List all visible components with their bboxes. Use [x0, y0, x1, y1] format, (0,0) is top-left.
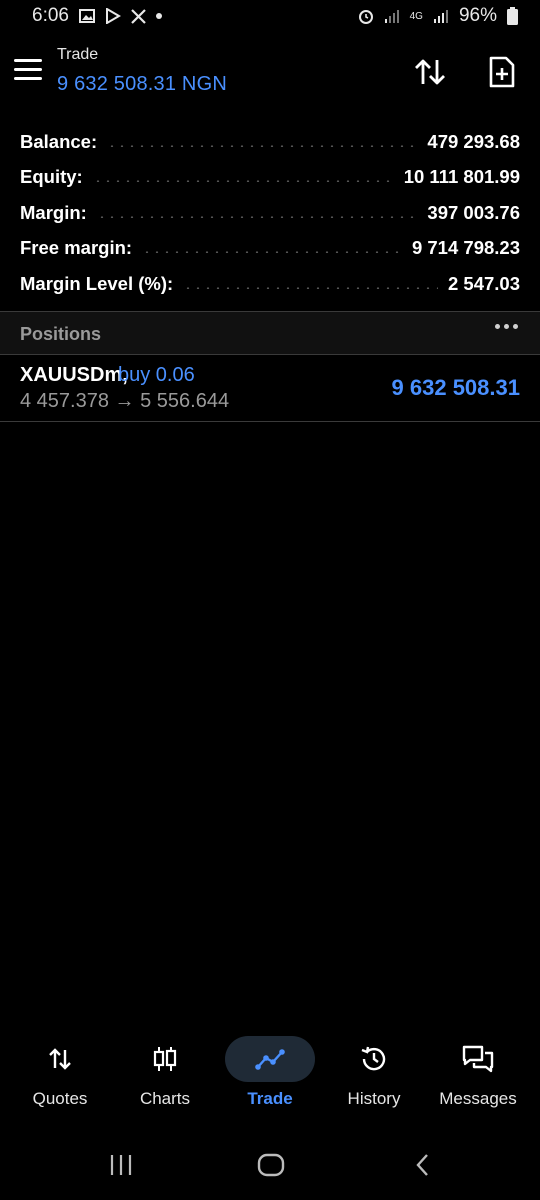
back-icon[interactable] [403, 1150, 443, 1180]
nav-messages[interactable]: Messages [428, 1030, 528, 1120]
bottom-nav: Quotes Charts Trade History Messages [0, 1030, 540, 1120]
summary-value: 479 293.68 [427, 130, 520, 152]
summary-row-balance: Balance: 479 293.68 [20, 124, 520, 160]
dotted-leader [107, 144, 418, 147]
dotted-leader [96, 215, 418, 218]
summary-value: 2 547.03 [447, 272, 520, 294]
trade-icon [253, 1042, 287, 1076]
summary-value: 10 111 801.99 [403, 166, 520, 188]
notification-dot-icon [155, 13, 162, 19]
page-title: Trade [57, 46, 99, 63]
nav-label: Trade [247, 1089, 293, 1108]
summary-value: 397 003.76 [427, 201, 520, 223]
position-row[interactable]: XAUUSDm, buy 0.06 4 457.378 → 5 556.644 … [0, 355, 540, 421]
home-icon[interactable] [251, 1150, 291, 1180]
charts-icon [148, 1042, 182, 1076]
position-side: buy 0.06 [118, 364, 195, 386]
system-nav-bar [0, 1140, 540, 1190]
dotted-leader [92, 180, 394, 183]
position-profit: 9 632 508.31 [391, 375, 520, 400]
history-icon [357, 1042, 391, 1076]
summary-row-equity: Equity: 10 111 801.99 [20, 160, 520, 196]
dotted-leader [183, 286, 438, 289]
dotted-leader [142, 251, 402, 254]
summary-row-free-margin: Free margin: 9 714 798.23 [20, 231, 520, 267]
nav-quotes[interactable]: Quotes [10, 1030, 110, 1120]
status-time: 6:06 [32, 5, 69, 26]
signal-icon-2 [433, 9, 449, 23]
positions-header: Positions [0, 312, 540, 354]
play-store-icon [105, 8, 121, 24]
more-options-icon[interactable] [495, 324, 518, 329]
nav-label: Quotes [32, 1089, 88, 1108]
position-prices: 4 457.378 → 5 556.644 [20, 390, 230, 412]
nav-charts[interactable]: Charts [115, 1030, 215, 1120]
nav-label: History [347, 1089, 401, 1108]
nav-trade[interactable]: Trade [220, 1030, 320, 1120]
account-balance-header: 9 632 508.31 NGN [57, 73, 227, 95]
signal-icon [384, 9, 400, 23]
summary-label: Free margin: [20, 237, 133, 259]
x-icon [131, 8, 146, 24]
summary-row-margin: Margin: 397 003.76 [20, 195, 520, 231]
messages-icon [461, 1042, 495, 1076]
summary-label: Margin: [20, 201, 87, 223]
summary-row-margin-level: Margin Level (%): 2 547.03 [20, 266, 520, 302]
summary-label: Margin Level (%): [20, 272, 174, 294]
gallery-icon [78, 9, 95, 23]
battery-icon [507, 7, 518, 25]
nav-label: Messages [439, 1089, 517, 1108]
recent-apps-icon[interactable] [101, 1150, 141, 1180]
divider [0, 421, 540, 422]
account-summary: Balance: 479 293.68 Equity: 10 111 801.9… [20, 124, 520, 302]
network-type: 4G [409, 10, 423, 22]
app-header: Trade 9 632 508.31 NGN [0, 40, 540, 106]
nav-history[interactable]: History [324, 1030, 424, 1120]
positions-title: Positions [20, 324, 102, 344]
menu-icon[interactable] [14, 59, 42, 81]
nav-label: Charts [139, 1089, 191, 1108]
quotes-icon [43, 1042, 77, 1076]
summary-label: Equity: [20, 166, 83, 188]
summary-value: 9 714 798.23 [411, 237, 520, 259]
position-symbol: XAUUSDm, [20, 364, 128, 386]
battery-percent: 96% [458, 5, 497, 26]
summary-label: Balance: [20, 130, 98, 152]
new-order-icon[interactable] [484, 54, 520, 90]
status-bar: 6:06 4G 96% [0, 0, 540, 32]
sort-icon[interactable] [412, 54, 448, 90]
alarm-icon [358, 8, 374, 24]
